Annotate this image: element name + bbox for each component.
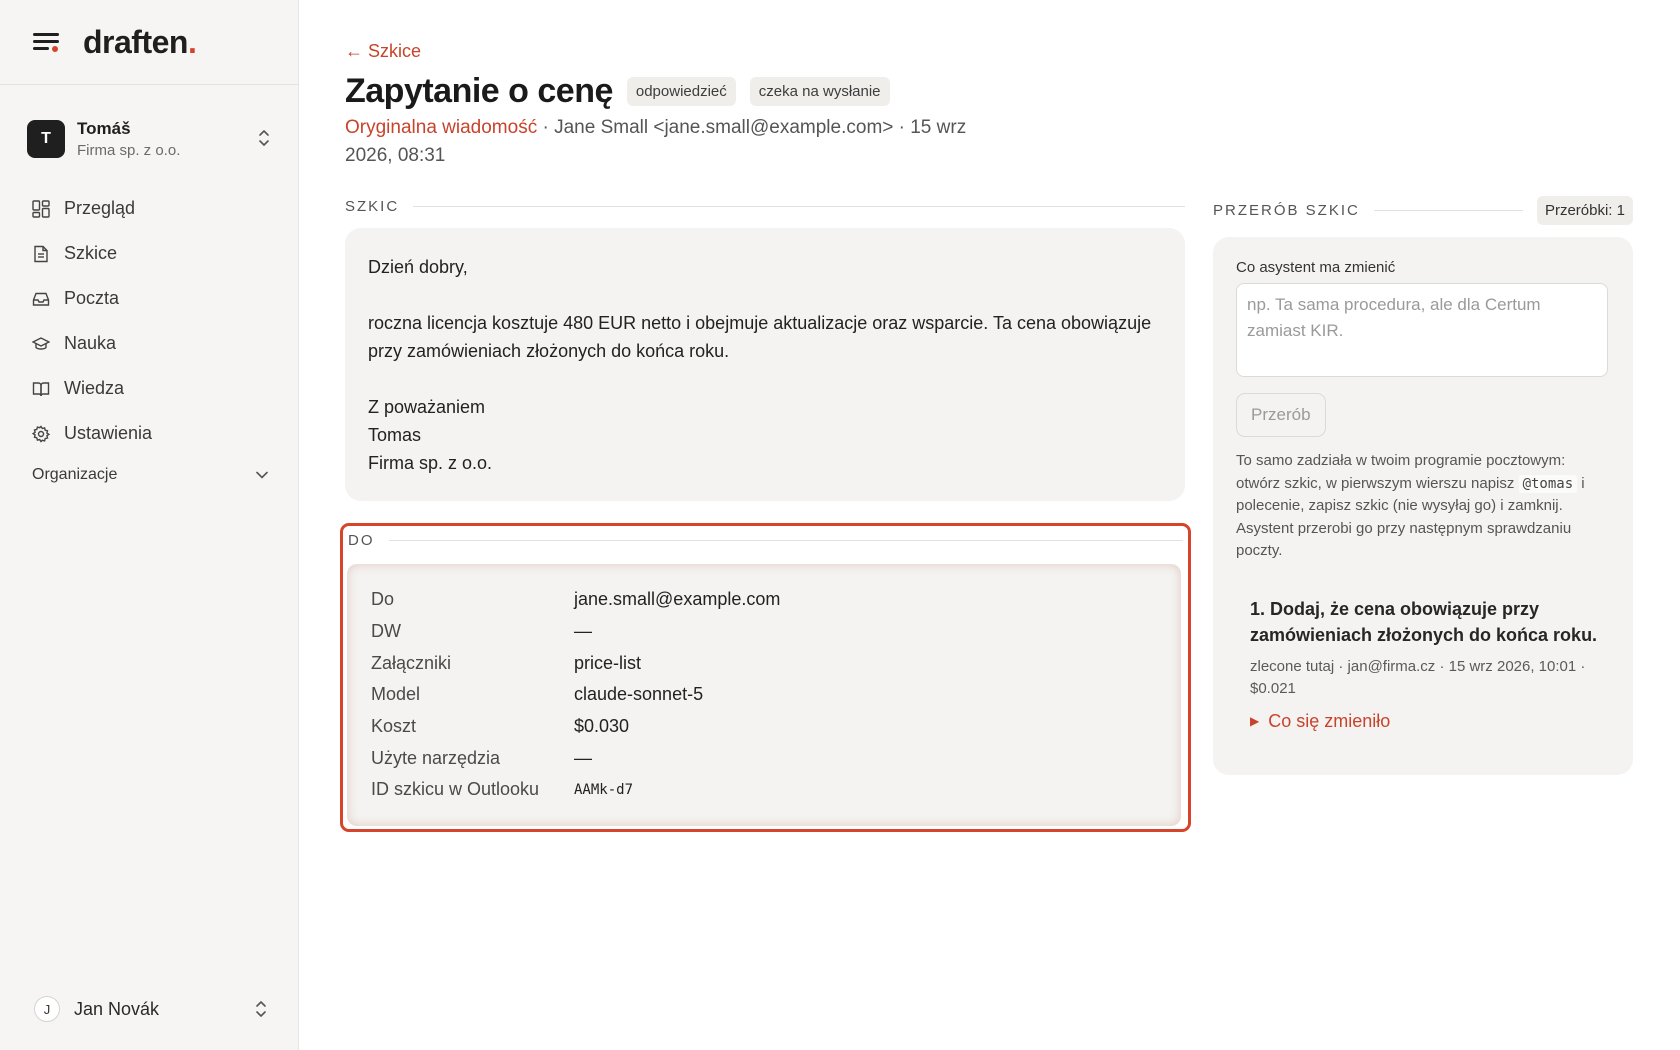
draft-body: Dzień dobry, roczna licencja kosztuje 48… [345, 228, 1185, 501]
gear-icon [32, 424, 50, 443]
detail-row: ID szkicu w Outlooku AAMk-d7 [371, 774, 1181, 806]
detail-value: — [574, 621, 592, 642]
file-icon [34, 245, 48, 262]
recipient-details: Do jane.small@example.com DW — Załączniki p… [347, 564, 1181, 826]
section-label: PRZERÓB SZKIC [1213, 202, 1360, 219]
detail-key: Załączniki [371, 652, 452, 673]
nav-item-ustawienia[interactable]: Ustawienia [32, 411, 272, 456]
draft-paragraph: roczna licencja kosztuje 480 EUR netto i… [368, 313, 1152, 361]
graduation-cap-icon [32, 336, 50, 350]
divider [1373, 210, 1523, 211]
highlight-box: DO Do jane.small@example.com DW — Załączni… [340, 523, 1191, 832]
book-icon [32, 381, 50, 396]
detail-key: Użyte narzędzia [371, 747, 501, 768]
detail-value: jane.small@example.com [574, 589, 781, 610]
sidebar: draften. T Tomáš Firma sp. z o.o. Przegl… [0, 0, 299, 1050]
detail-value: price-list [574, 652, 642, 673]
rework-instruction-input[interactable]: np. Ta sama procedura, ale dla Certum za… [1236, 283, 1608, 377]
detail-row: Do jane.small@example.com [371, 584, 1181, 616]
inbox-icon [32, 292, 50, 306]
help-text: To samo zadziała w twoim programie poczt… [1236, 450, 1610, 563]
nav-item-poczta[interactable]: Poczta [32, 276, 272, 321]
logo: draften. [83, 23, 197, 60]
chevron-up-down-icon [259, 130, 269, 146]
detail-value: AAMk-d7 [574, 781, 634, 798]
org-subtitle: Firma sp. z o.o. [77, 142, 181, 159]
help-text-part: To samo zadziała w twoim programie poczt… [1236, 452, 1566, 492]
menu-icon[interactable] [33, 31, 59, 53]
user-name: Jan Novák [74, 998, 160, 1019]
nav-label: Nauka [64, 333, 117, 353]
draft-closing: Z poważaniem [368, 397, 486, 417]
nav-label: Ustawienia [64, 423, 153, 443]
org-avatar: T [27, 120, 65, 158]
page-title: Zapytanie o cenę [345, 72, 613, 110]
rework-item-meta: zlecone tutaj · jan@firma.cz · 15 wrz 20… [1250, 657, 1586, 697]
detail-key: ID szkicu w Outlooku [371, 779, 540, 800]
draft-greeting: Dzień dobry, [368, 257, 468, 277]
divider [413, 206, 1185, 207]
caret-right-icon: ▶ [1250, 714, 1260, 728]
grid-icon [32, 199, 50, 218]
original-message-link[interactable]: Oryginalna wiadomość [345, 117, 537, 138]
rework-section-header: PRZERÓB SZKIC Przeróbki: 1 [1213, 196, 1633, 225]
nav-item-nauka[interactable]: Nauka [32, 321, 272, 366]
draft-signature-name: Tomas [368, 425, 422, 445]
status-badge: odpowiedzieć [626, 77, 736, 106]
nav-item-wiedza[interactable]: Wiedza [32, 366, 272, 411]
main-nav: Przegląd Szkice Poczta Nauka Wiedza Usta… [32, 186, 272, 456]
detail-key: DW [371, 621, 401, 642]
rework-history-item: 1. Dodaj, że cena obowiązuje przy zamówi… [1236, 596, 1610, 732]
draft-signature-company: Firma sp. z o.o. [368, 453, 493, 473]
organization-switcher[interactable]: T Tomáš Firma sp. z o.o. [27, 115, 271, 163]
chevron-down-icon [256, 471, 268, 479]
title-row: Zapytanie o cenę odpowiedzieć czeka na w… [345, 72, 904, 111]
rework-panel: Co asystent ma zmienić np. Ta sama proce… [1213, 237, 1633, 775]
detail-value: claude-sonnet-5 [574, 684, 704, 705]
section-label: DO [348, 532, 375, 549]
user-menu[interactable]: J Jan Novák [34, 995, 270, 1023]
nav-item-przeglad[interactable]: Przegląd [32, 186, 272, 231]
divider [388, 540, 1183, 541]
field-label: Co asystent ma zmienić [1236, 259, 1396, 276]
detail-row: Model claude-sonnet-5 [371, 679, 1181, 711]
nav-item-szkice[interactable]: Szkice [32, 231, 272, 276]
what-changed-toggle[interactable]: ▶ Co się zmieniło [1250, 711, 1610, 732]
brand: draften. [0, 0, 298, 85]
organizations-label: Organizacje [32, 466, 118, 483]
detail-key: Koszt [371, 716, 417, 737]
back-link[interactable]: ← Szkice [345, 41, 421, 62]
nav-label: Przegląd [64, 198, 136, 218]
toggle-label: Co się zmieniło [1268, 710, 1391, 731]
do-section-header: DO [348, 532, 1183, 549]
avatar: J [34, 996, 60, 1022]
message-meta: Oryginalna wiadomość · Jane Small <jane.… [345, 114, 985, 170]
detail-value: — [574, 747, 592, 768]
organizations-toggle[interactable]: Organizacje [32, 466, 268, 484]
detail-key: Do [371, 589, 395, 610]
nav-label: Poczta [64, 288, 120, 308]
rework-count-badge: Przeróbki: 1 [1536, 196, 1633, 225]
detail-row: Koszt $0.030 [371, 711, 1181, 743]
detail-row: DW — [371, 616, 1181, 648]
section-label: SZKIC [345, 198, 400, 215]
org-name: Tomáš [77, 119, 131, 138]
nav-label: Szkice [64, 243, 118, 263]
status-badge: czeka na wysłanie [749, 77, 890, 106]
nav-label: Wiedza [64, 378, 125, 398]
rework-item-title: 1. Dodaj, że cena obowiązuje przy zamówi… [1250, 598, 1598, 645]
detail-row: Załączniki price-list [371, 647, 1181, 679]
detail-key: Model [371, 684, 421, 705]
mention-code: @tomas [1518, 474, 1578, 493]
chevron-up-down-icon [256, 1001, 266, 1017]
detail-value: $0.030 [574, 716, 630, 737]
rework-button[interactable]: Przerób [1236, 393, 1326, 437]
draft-section-header: SZKIC [345, 198, 1185, 215]
detail-row: Użyte narzędzia — [371, 742, 1181, 774]
